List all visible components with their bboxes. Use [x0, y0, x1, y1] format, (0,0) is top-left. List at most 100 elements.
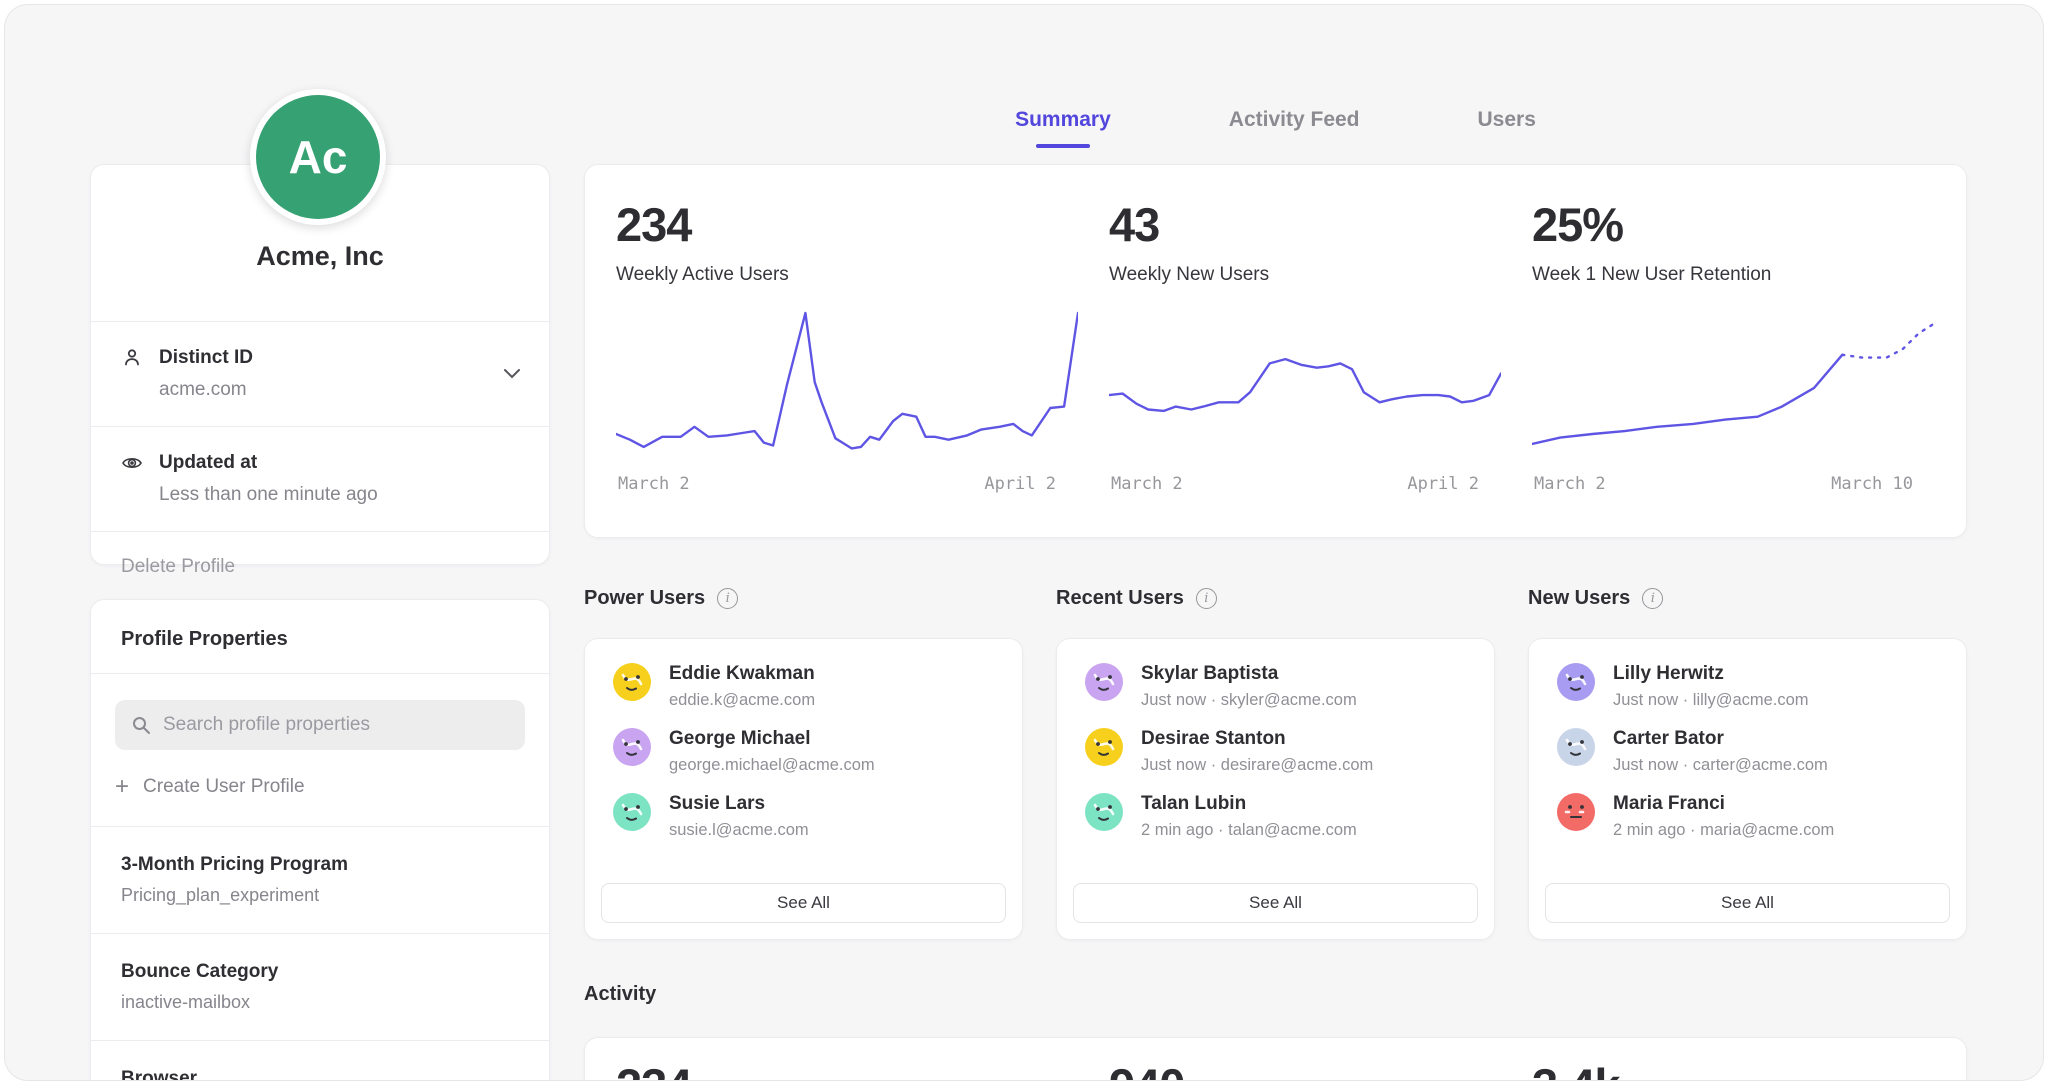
user-name: Carter Bator [1613, 728, 1828, 750]
user-avatar [1557, 728, 1595, 766]
user-avatar [613, 728, 651, 766]
recent-users-section: Recent Users i Skylar Baptista Just now … [1056, 581, 1495, 940]
tab-bar: Summary Activity Feed Users [584, 108, 1967, 148]
see-all-button[interactable]: See All [601, 883, 1006, 923]
doodle-face-icon [613, 663, 651, 701]
stat-value: 234 [616, 197, 1078, 252]
distinct-id-value: acme.com [159, 379, 519, 401]
doodle-face-icon [613, 793, 651, 831]
see-all-button[interactable]: See All [1545, 883, 1950, 923]
property-value: inactive-mailbox [121, 992, 519, 1013]
activity-stat-value: 234 [616, 1058, 1078, 1081]
user-avatar [613, 663, 651, 701]
doodle-face-icon [1085, 663, 1123, 701]
section-title: Recent Users [1056, 587, 1184, 610]
user-row[interactable]: Lilly Herwitz Just now · lilly@acme.com [1557, 663, 1938, 710]
recent-users-card: Skylar Baptista Just now · skyler@acme.c… [1056, 638, 1495, 940]
user-row[interactable]: Eddie Kwakman eddie.k@acme.com [613, 663, 994, 710]
profile-properties-title: Profile Properties [91, 600, 549, 673]
info-icon[interactable]: i [717, 588, 738, 609]
user-meta: susie.l@acme.com [669, 821, 809, 840]
doodle-face-icon [1557, 663, 1595, 701]
user-row[interactable]: Carter Bator Just now · carter@acme.com [1557, 728, 1938, 775]
user-row[interactable]: Talan Lubin 2 min ago · talan@acme.com [1085, 793, 1466, 840]
chevron-down-icon[interactable] [503, 367, 521, 381]
x-tick: April 2 [1407, 474, 1479, 494]
doodle-face-icon [1085, 728, 1123, 766]
see-all-button[interactable]: See All [1073, 883, 1478, 923]
doodle-face-icon [613, 728, 651, 766]
weekly-active-users-chart [616, 310, 1078, 460]
user-name: Talan Lubin [1141, 793, 1357, 815]
stat-weekly-active-users: 234 Weekly Active Users March 2 April 2 [616, 165, 1078, 537]
search-input[interactable] [163, 714, 509, 736]
create-user-profile-label: Create User Profile [143, 776, 305, 798]
user-meta: Just now · lilly@acme.com [1613, 691, 1809, 710]
user-name: Eddie Kwakman [669, 663, 815, 685]
x-tick: March 10 [1831, 474, 1913, 494]
activity-stat-value: 3.4k [1532, 1058, 1935, 1081]
user-meta: Just now · desirare@acme.com [1141, 756, 1373, 775]
user-meta: Just now · carter@acme.com [1613, 756, 1828, 775]
user-row[interactable]: Skylar Baptista Just now · skyler@acme.c… [1085, 663, 1466, 710]
tab-summary[interactable]: Summary [1015, 108, 1111, 148]
divider [91, 673, 549, 674]
user-row[interactable]: Desirae Stanton Just now · desirare@acme… [1085, 728, 1466, 775]
weekly-new-users-chart [1109, 310, 1501, 460]
user-name: Skylar Baptista [1141, 663, 1357, 685]
user-name: Lilly Herwitz [1613, 663, 1809, 685]
user-row[interactable]: Susie Lars susie.l@acme.com [613, 793, 994, 840]
tab-users[interactable]: Users [1478, 108, 1536, 148]
updated-at-label: Updated at [159, 452, 257, 474]
user-name: Desirae Stanton [1141, 728, 1373, 750]
user-meta: 2 min ago · talan@acme.com [1141, 821, 1357, 840]
updated-at-row: Updated at Less than one minute ago [91, 426, 549, 531]
new-users-card: Lilly Herwitz Just now · lilly@acme.com … [1528, 638, 1967, 940]
section-title: Power Users [584, 587, 705, 610]
plus-icon: + [115, 777, 129, 797]
week1-retention-chart [1532, 310, 1935, 460]
info-icon[interactable]: i [1642, 588, 1663, 609]
delete-profile-button[interactable]: Delete Profile [91, 531, 549, 602]
x-tick: March 2 [1111, 474, 1183, 494]
stat-weekly-new-users: 43 Weekly New Users March 2 April 2 [1109, 165, 1501, 537]
create-user-profile-button[interactable]: + Create User Profile [115, 776, 525, 798]
distinct-id-row[interactable]: Distinct ID acme.com [91, 321, 549, 426]
x-tick: March 2 [1534, 474, 1606, 494]
company-avatar-initials: Ac [256, 95, 380, 219]
doodle-face-icon [1085, 793, 1123, 831]
activity-section-title: Activity [584, 983, 656, 1006]
stat-label: Weekly Active Users [616, 264, 1078, 286]
user-meta: Just now · skyler@acme.com [1141, 691, 1357, 710]
property-row[interactable]: Bounce Category inactive-mailbox [91, 933, 549, 1040]
x-tick: April 2 [984, 474, 1056, 494]
person-icon [121, 347, 143, 369]
property-name: Browser [121, 1068, 519, 1081]
profile-properties-search[interactable] [115, 700, 525, 750]
distinct-id-label: Distinct ID [159, 347, 253, 369]
user-row[interactable]: George Michael george.michael@acme.com [613, 728, 994, 775]
eye-icon [121, 452, 143, 474]
search-icon [131, 715, 151, 735]
section-title: New Users [1528, 587, 1630, 610]
activity-stat-value: 940 [1109, 1058, 1501, 1081]
updated-at-value: Less than one minute ago [159, 484, 519, 506]
stat-value: 25% [1532, 197, 1935, 252]
property-row[interactable]: Browser Chrome [91, 1040, 549, 1081]
doodle-face-icon [1557, 728, 1595, 766]
property-value: Pricing_plan_experiment [121, 885, 519, 906]
info-icon[interactable]: i [1196, 588, 1217, 609]
stat-label: Week 1 New User Retention [1532, 264, 1935, 286]
user-name: Maria Franci [1613, 793, 1834, 815]
user-avatar [1557, 663, 1595, 701]
app-canvas: Ac Acme, Inc Distinct ID acme.com [4, 4, 2044, 1081]
tab-activity-feed[interactable]: Activity Feed [1229, 108, 1360, 148]
user-name: Susie Lars [669, 793, 809, 815]
user-sections: Power Users i Eddie Kwakman eddie.k@acme… [584, 581, 1967, 940]
power-users-card: Eddie Kwakman eddie.k@acme.com George Mi… [584, 638, 1023, 940]
property-row[interactable]: 3-Month Pricing Program Pricing_plan_exp… [91, 826, 549, 933]
user-avatar [1085, 793, 1123, 831]
stat-value: 43 [1109, 197, 1501, 252]
company-name: Acme, Inc [91, 241, 549, 272]
user-row[interactable]: Maria Franci 2 min ago · maria@acme.com [1557, 793, 1938, 840]
